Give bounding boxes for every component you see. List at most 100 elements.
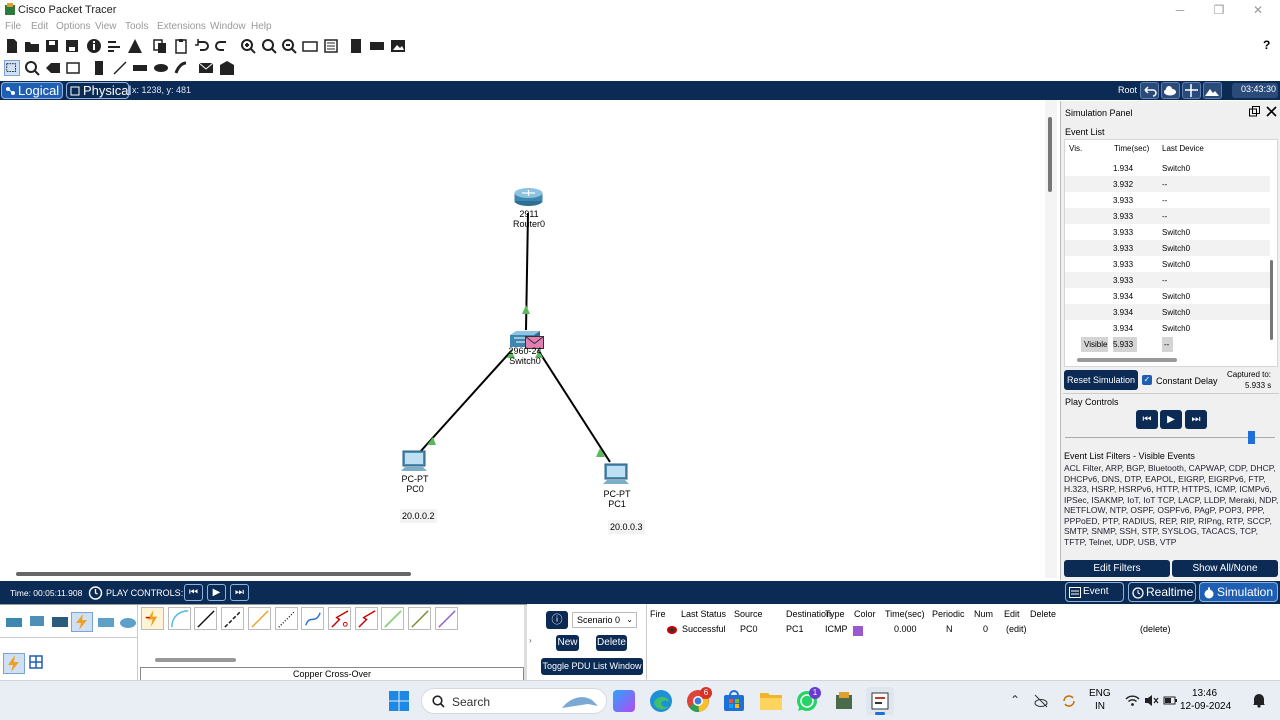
back-button[interactable] <box>1140 82 1159 99</box>
router-icon[interactable] <box>513 187 544 207</box>
fire-icon[interactable] <box>666 625 678 635</box>
workspace-list-icon[interactable] <box>348 38 364 54</box>
toggle-pdu-list-button[interactable]: Toggle PDU List Window <box>541 658 643 675</box>
event-row[interactable]: 3.933 -- <box>1065 272 1270 288</box>
menu-extensions[interactable]: Extensions <box>157 21 206 32</box>
status-play-button[interactable]: ▶ <box>207 584 226 601</box>
menu-tools[interactable]: Tools <box>125 21 148 32</box>
auto-connection-icon[interactable] <box>141 607 164 630</box>
link-switch-pc1[interactable] <box>537 349 611 463</box>
delete-scenario-button[interactable]: Delete <box>596 635 627 651</box>
phone-cable-icon[interactable] <box>274 607 298 630</box>
event-row[interactable]: 3.933 Switch0 <box>1065 256 1270 272</box>
reset-simulation-button[interactable]: Reset Simulation <box>1064 370 1138 390</box>
connections-subcategory[interactable] <box>3 653 25 674</box>
fiber-icon[interactable] <box>247 607 271 630</box>
console-cable-icon[interactable] <box>167 607 191 630</box>
draw-rectangle-icon[interactable] <box>132 60 148 76</box>
wifi-icon[interactable] <box>1125 694 1140 707</box>
inspect-icon[interactable] <box>24 60 40 76</box>
close-panel-icon[interactable] <box>1266 106 1277 117</box>
workspace-vertical-scroll-thumb[interactable] <box>1048 117 1052 192</box>
event-row[interactable]: 3.934 Switch0 <box>1065 304 1270 320</box>
miscellaneous-icon[interactable] <box>96 613 116 631</box>
event-row[interactable]: 1.934 Switch0 <box>1065 160 1270 176</box>
event-list-table[interactable]: Vis. Time(sec) Last Device 1.934 Switch0 3… <box>1064 139 1278 367</box>
tab-physical[interactable]: Physical <box>66 82 131 99</box>
event-row[interactable]: 3.934 Switch0 <box>1065 288 1270 304</box>
viewport-button[interactable] <box>1203 82 1222 99</box>
usb-cable-icon[interactable] <box>434 607 458 630</box>
copy-icon[interactable] <box>152 38 168 54</box>
menu-view[interactable]: View <box>95 21 117 32</box>
workspace-horizontal-scroll-thumb[interactable] <box>16 572 411 576</box>
iot-custom-cable-icon[interactable] <box>408 607 431 630</box>
show-hidden-icons-chevron-icon[interactable]: ⌃ <box>1010 693 1020 707</box>
tab-logical[interactable]: Logical <box>1 82 63 99</box>
connections-category[interactable] <box>71 612 93 632</box>
speed-slider-thumb[interactable] <box>1248 431 1255 444</box>
timer-icon[interactable] <box>88 585 103 600</box>
custom-device-icon[interactable] <box>323 38 339 54</box>
volume-muted-icon[interactable] <box>1144 694 1159 707</box>
active-app-tile[interactable] <box>866 687 894 715</box>
minimize-button[interactable]: ─ <box>1167 2 1193 18</box>
packet-tracer-taskbar-icon[interactable] <box>832 689 856 713</box>
activity-wizard-icon[interactable] <box>127 38 143 54</box>
paste-icon[interactable] <box>173 38 189 54</box>
add-simple-pdu-icon[interactable] <box>198 60 214 76</box>
grid-icon[interactable] <box>29 655 43 669</box>
resize-shape-icon[interactable] <box>65 60 81 76</box>
menu-file[interactable]: File <box>5 21 21 32</box>
serial-dte-icon[interactable] <box>354 607 378 630</box>
cloud-button[interactable] <box>1161 82 1180 99</box>
freeform-icon[interactable] <box>173 60 189 76</box>
status-back-button[interactable]: ⏮ <box>184 584 203 601</box>
cloud-sync-icon[interactable] <box>1033 693 1049 709</box>
pdu-delete-link[interactable]: (delete) <box>1140 624 1171 634</box>
logical-workspace[interactable]: 2911 Router0 2960-24 Switch0 PC-PT PC0 2… <box>0 100 1045 578</box>
copilot-icon[interactable] <box>613 690 635 712</box>
maximize-button[interactable]: ❐ <box>1206 2 1232 18</box>
taskbar-search-box[interactable]: Search <box>421 688 607 714</box>
event-row[interactable]: 3.933 -- <box>1065 208 1270 224</box>
undo-icon[interactable] <box>194 38 210 54</box>
menu-edit[interactable]: Edit <box>31 21 48 32</box>
open-folder-icon[interactable] <box>24 38 40 54</box>
event-row[interactable]: 3.933 -- <box>1065 192 1270 208</box>
new-scenario-button[interactable]: New <box>556 635 579 651</box>
scenario-select[interactable]: Scenario 0 ⌄ <box>572 612 637 628</box>
coaxial-icon[interactable] <box>301 607 325 630</box>
draw-line-icon[interactable] <box>112 60 128 76</box>
sync-warning-icon[interactable] <box>1061 693 1077 709</box>
zoom-reset-icon[interactable] <box>261 38 277 54</box>
event-row[interactable]: Visible 5.933 -- <box>1065 336 1270 352</box>
event-list-toggle[interactable]: Event List <box>1065 582 1124 615</box>
realtime-mode-button[interactable]: Realtime <box>1128 582 1196 602</box>
status-forward-button[interactable]: ⏭ <box>230 584 249 601</box>
save-as-icon[interactable] <box>64 38 80 54</box>
event-list-vscroll-thumb[interactable] <box>1270 260 1273 340</box>
help-icon[interactable]: ? <box>1263 38 1270 52</box>
components-icon[interactable] <box>50 613 70 631</box>
simulation-mode-button[interactable]: Simulation <box>1199 582 1278 602</box>
image-icon[interactable] <box>390 38 406 54</box>
splitter[interactable] <box>524 605 527 681</box>
network-devices-icon[interactable] <box>4 613 24 631</box>
battery-icon[interactable] <box>1163 694 1178 707</box>
zoom-out-icon[interactable] <box>281 38 297 54</box>
network-info-icon[interactable] <box>106 38 122 54</box>
edit-filters-button[interactable]: Edit Filters <box>1064 560 1170 577</box>
info-button[interactable]: ⓘ <box>546 611 568 629</box>
windows-start-icon[interactable] <box>389 691 409 711</box>
select-tool-icon[interactable] <box>4 60 20 76</box>
delete-tool-icon[interactable] <box>45 60 61 76</box>
store-icon[interactable] <box>723 689 745 713</box>
step-back-button[interactable]: ⏮ <box>1136 410 1158 429</box>
notification-bell-icon[interactable] <box>1252 692 1266 708</box>
event-row[interactable]: 3.933 Switch0 <box>1065 240 1270 256</box>
pc-icon[interactable] <box>400 450 428 474</box>
file-explorer-icon[interactable] <box>759 690 783 712</box>
language-indicator[interactable]: ENG <box>1089 688 1111 699</box>
undock-icon[interactable] <box>1249 106 1260 117</box>
